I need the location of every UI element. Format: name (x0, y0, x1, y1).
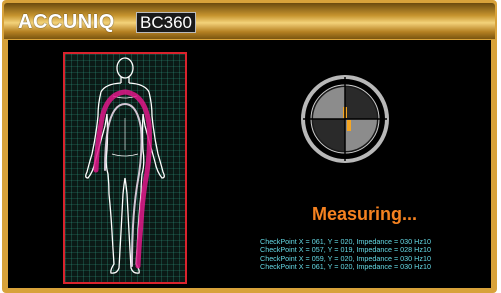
measuring-status: Measuring... (312, 204, 418, 224)
measuring-gauge-icon (301, 75, 389, 163)
checkpoint-log: CheckPoint X = 061, Y = 020, Impedance =… (260, 237, 431, 271)
body-figure (65, 54, 185, 282)
body-figure-panel (63, 52, 187, 284)
measurement-screen: Measuring... CheckPoint X = 061, Y = 020… (8, 40, 491, 288)
header-bar: ACCUNIQ BC360 (4, 3, 495, 39)
log-line: CheckPoint X = 061, Y = 020, Impedance =… (260, 261, 431, 271)
brand-logo: ACCUNIQ (18, 11, 115, 33)
model-badge: BC360 (136, 12, 196, 33)
